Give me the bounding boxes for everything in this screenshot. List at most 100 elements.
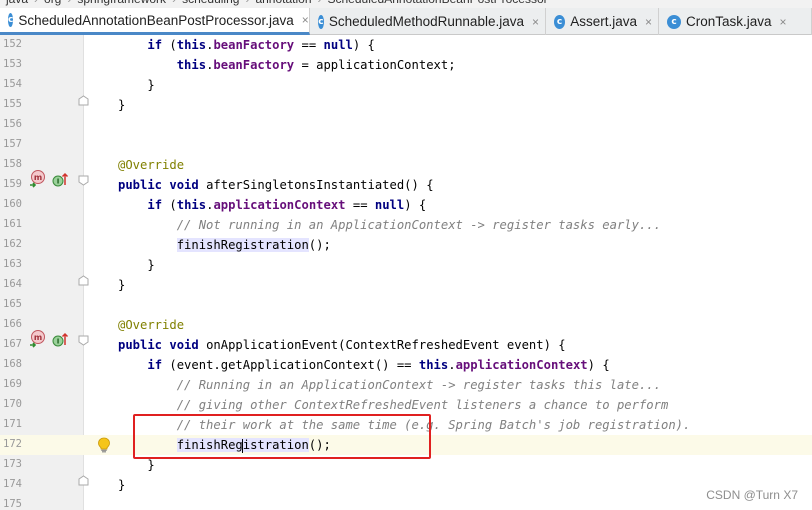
class-icon: c	[554, 14, 566, 29]
tab-scheduled-annotation-bean-post-processor[interactable]: c ScheduledAnnotationBeanPostProcessor.j…	[0, 8, 310, 35]
code-line[interactable]: 164 }	[0, 275, 812, 295]
line-number: 158	[3, 158, 22, 170]
code-text: // giving other ContextRefreshedEvent li…	[176, 398, 669, 412]
svg-text:m: m	[34, 173, 42, 182]
code-line[interactable]: 175	[0, 495, 812, 510]
line-number: 175	[3, 498, 22, 510]
code-line[interactable]: 153 this.beanFactory = applicationContex…	[0, 55, 812, 75]
code-text: // Running in an ApplicationContext -> r…	[176, 378, 661, 392]
code-text: finishRegistration();	[176, 238, 331, 252]
code-line[interactable]: 163 }	[0, 255, 812, 275]
code-line[interactable]: 169 // Running in an ApplicationContext …	[0, 375, 812, 395]
close-icon[interactable]: ×	[780, 15, 787, 29]
fold-end-icon[interactable]	[78, 275, 89, 286]
line-number: 153	[3, 58, 22, 70]
code-line[interactable]: 160 if (this.applicationContext == null)…	[0, 195, 812, 215]
breadcrumb: java › org › springframework › scheduling › anno…	[0, 0, 812, 8]
code-line[interactable]: 168 if (event.getApplicationContext() ==…	[0, 355, 812, 375]
breadcrumb-separator: ›	[67, 0, 71, 6]
code-text: }	[118, 258, 155, 272]
override-method-icon[interactable]: m	[28, 329, 48, 353]
code-text: }	[118, 478, 126, 492]
code-text: if (event.getApplicationContext() == thi…	[147, 358, 610, 372]
implements-method-icon[interactable]: I	[51, 171, 69, 193]
tab-label: ScheduledAnnotationBeanPostProcessor.jav…	[18, 12, 294, 28]
implements-method-icon[interactable]: I	[51, 331, 69, 353]
line-number: 154	[3, 78, 22, 90]
breadcrumb-item[interactable]: ScheduledAnnotationBeanPostProcessor	[328, 0, 548, 6]
class-icon: c	[667, 14, 681, 29]
code-line[interactable]: 165	[0, 295, 812, 315]
code-text: }	[118, 98, 126, 112]
breadcrumb-item[interactable]: springframework	[77, 0, 166, 6]
tab-label: Assert.java	[570, 14, 637, 29]
line-number: 168	[3, 358, 22, 370]
close-icon[interactable]: ×	[645, 15, 652, 29]
code-line[interactable]: 155 }	[0, 95, 812, 115]
annotation-text: @Override	[118, 318, 185, 332]
breadcrumb-separator: ›	[34, 0, 38, 6]
code-line[interactable]: 167 public void onApplicationEvent(Conte…	[0, 335, 812, 355]
override-method-icon[interactable]: m	[28, 169, 48, 193]
fold-end-icon[interactable]	[78, 95, 89, 106]
svg-text:I: I	[57, 338, 60, 346]
code-line[interactable]: 161 // Not running in an ApplicationCont…	[0, 215, 812, 235]
class-icon: c	[8, 13, 14, 27]
code-text: }	[118, 278, 126, 292]
tab-label: CronTask.java	[686, 14, 772, 29]
line-number: 159	[3, 178, 22, 190]
annotation-text: @Override	[118, 158, 185, 172]
line-number: 152	[3, 38, 22, 50]
tab-label: ScheduledMethodRunnable.java	[328, 14, 524, 29]
code-line[interactable]: 158 @Override	[0, 155, 812, 175]
code-line[interactable]: 166 @Override	[0, 315, 812, 335]
code-text: public void onApplicationEvent(ContextRe…	[118, 338, 566, 352]
code-line[interactable]: 170 // giving other ContextRefreshedEven…	[0, 395, 812, 415]
line-number: 162	[3, 238, 22, 250]
code-text: if (this.beanFactory == null) {	[147, 38, 375, 52]
code-line[interactable]: 174 }	[0, 475, 812, 495]
code-text: this.beanFactory = applicationContext;	[176, 58, 456, 72]
svg-text:I: I	[57, 178, 60, 186]
line-number: 173	[3, 458, 22, 470]
line-number: 160	[3, 198, 22, 210]
close-icon[interactable]: ×	[532, 15, 539, 29]
fold-end-icon[interactable]	[78, 475, 89, 486]
tab-assert[interactable]: c Assert.java ×	[546, 8, 659, 35]
code-line[interactable]: 154 }	[0, 75, 812, 95]
code-text: }	[118, 78, 155, 92]
code-line[interactable]: 162 finishRegistration();	[0, 235, 812, 255]
code-editor[interactable]: 152 if (this.beanFactory == null) { 153 …	[0, 35, 812, 510]
line-number: 157	[3, 138, 22, 150]
code-line[interactable]: 157	[0, 135, 812, 155]
line-number: 172	[3, 438, 22, 450]
tab-scheduled-method-runnable[interactable]: c ScheduledMethodRunnable.java ×	[310, 8, 546, 35]
code-line[interactable]: 152 if (this.beanFactory == null) {	[0, 35, 812, 55]
breadcrumb-item[interactable]: scheduling	[182, 0, 239, 6]
tab-cron-task[interactable]: c CronTask.java ×	[659, 8, 812, 35]
line-number: 156	[3, 118, 22, 130]
line-number: 174	[3, 478, 22, 490]
breadcrumb-separator: ›	[245, 0, 249, 6]
breadcrumb-separator: ›	[172, 0, 176, 6]
line-number: 163	[3, 258, 22, 270]
fold-start-icon[interactable]	[78, 175, 89, 186]
close-icon[interactable]: ×	[302, 13, 309, 27]
breadcrumb-separator: ›	[318, 0, 322, 6]
breadcrumb-item[interactable]: java	[6, 0, 28, 6]
watermark: CSDN @Turn X7	[706, 488, 798, 502]
breadcrumb-item[interactable]: org	[44, 0, 61, 6]
svg-text:m: m	[34, 333, 42, 342]
breadcrumb-item[interactable]: annotation	[255, 0, 311, 6]
code-line[interactable]: 156	[0, 115, 812, 135]
editor-tab-bar: c ScheduledAnnotationBeanPostProcessor.j…	[0, 8, 812, 35]
highlight-box	[133, 414, 431, 459]
code-text: public void afterSingletonsInstantiated(…	[118, 178, 434, 192]
lightbulb-icon[interactable]	[97, 437, 111, 457]
line-number: 155	[3, 98, 22, 110]
code-text: if (this.applicationContext == null) {	[147, 198, 427, 212]
fold-start-icon[interactable]	[78, 335, 89, 346]
line-number: 169	[3, 378, 22, 390]
line-number: 165	[3, 298, 22, 310]
code-line[interactable]: 159 public void afterSingletonsInstantia…	[0, 175, 812, 195]
